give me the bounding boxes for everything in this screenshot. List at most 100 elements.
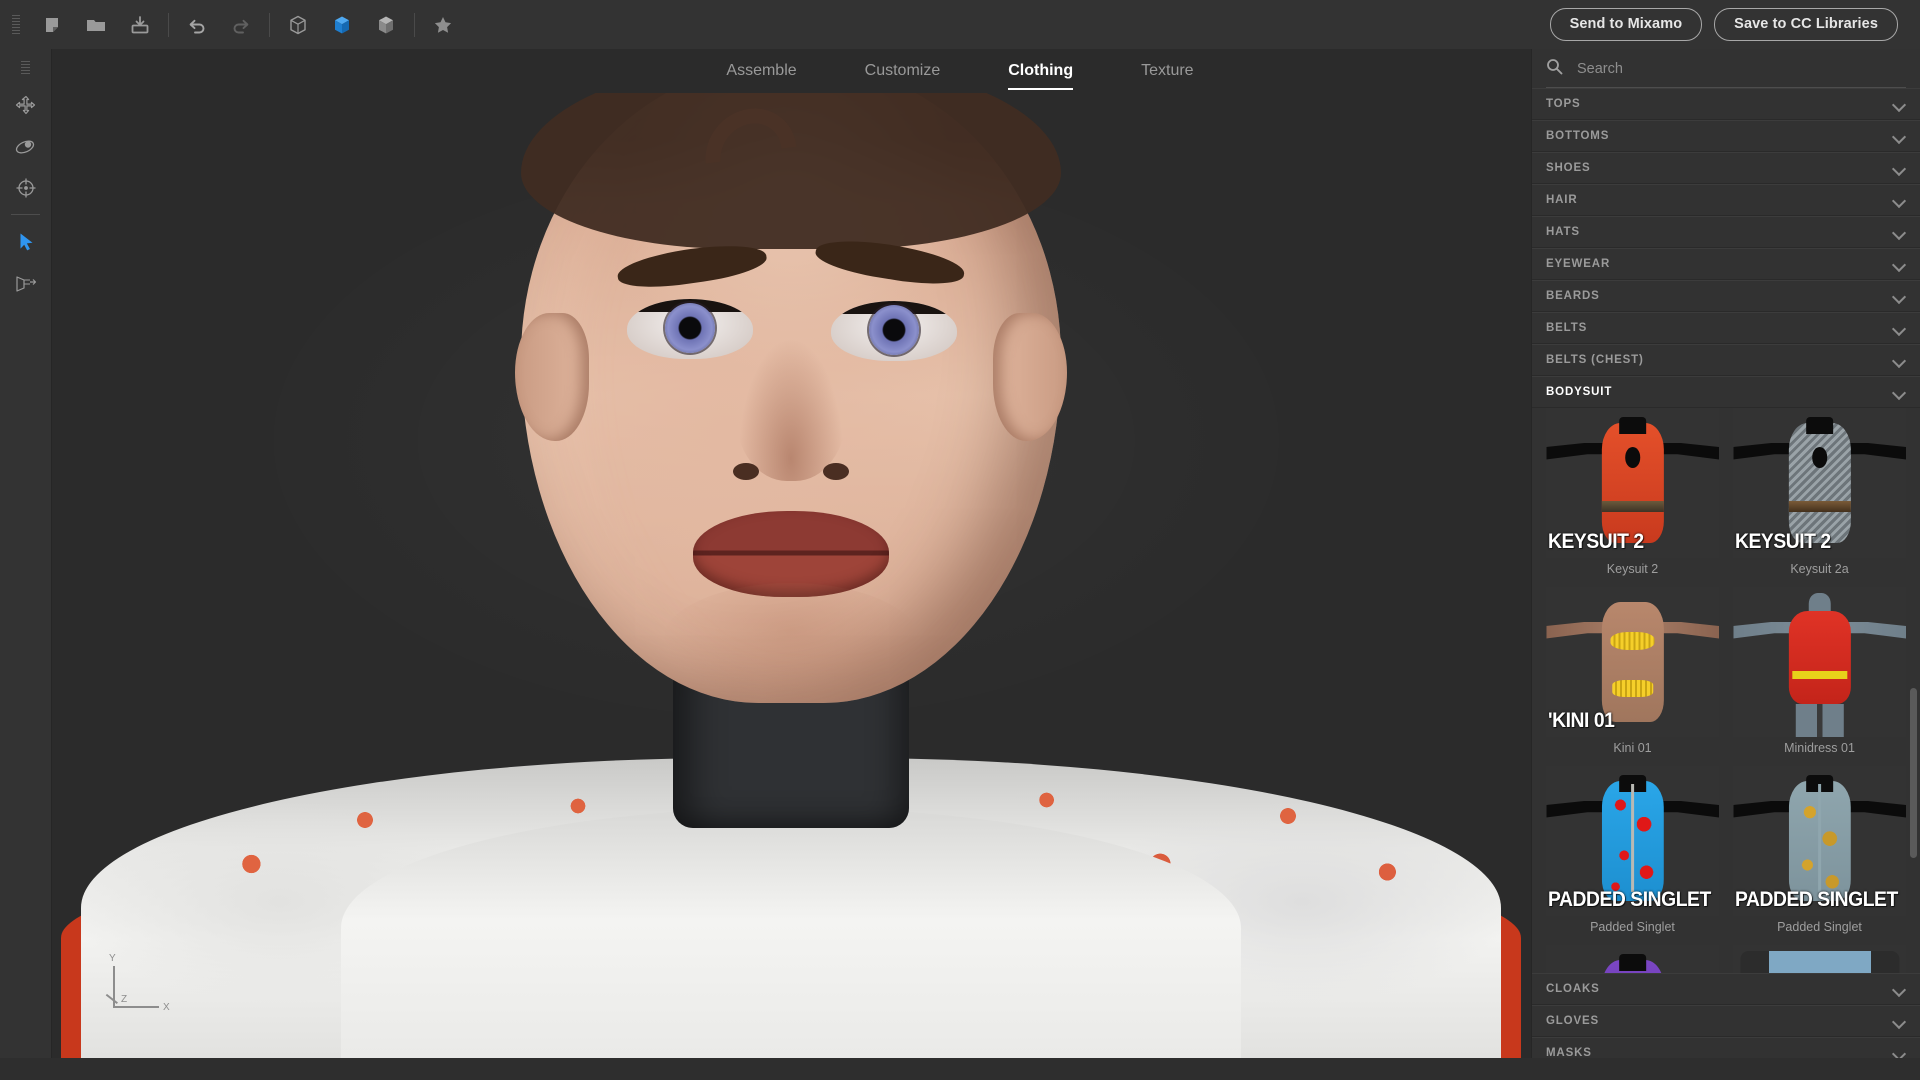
category-beards[interactable]: BEARDS	[1532, 280, 1920, 312]
redo-icon[interactable]	[219, 3, 263, 47]
3d-viewport[interactable]: Y X Z	[51, 93, 1531, 1058]
model-nostril-right	[823, 463, 849, 480]
save-to-cc-libraries-button[interactable]: Save to CC Libraries	[1714, 8, 1898, 41]
asset-overlay-title: KEYSUIT 2	[1548, 530, 1644, 553]
category-cloaks[interactable]: CLOAKS	[1532, 973, 1920, 1005]
cube-wireframe-icon[interactable]	[276, 3, 320, 47]
select-cursor-tool[interactable]	[0, 221, 51, 262]
cube-shaded-icon[interactable]	[364, 3, 408, 47]
chevron-down-icon	[1893, 322, 1906, 335]
asset-caption: Keysuit 2	[1606, 562, 1659, 576]
asset-thumbnail: PADDED SINGLET	[1546, 766, 1719, 916]
category-masks[interactable]: MASKS	[1532, 1037, 1920, 1058]
asset-item[interactable]: Minidress 01	[1733, 587, 1906, 766]
star-favorite-icon[interactable]	[421, 3, 465, 47]
focus-target-tool[interactable]	[0, 167, 51, 208]
asset-overlay-title: KEYSUIT 2	[1735, 530, 1831, 553]
category-bodysuit[interactable]: BODYSUIT	[1532, 376, 1920, 408]
category-label: TOPS	[1546, 98, 1581, 110]
panel-scrollbar-track[interactable]	[1909, 88, 1917, 1058]
asset-caption: Minidress 01	[1784, 741, 1855, 755]
category-label: CLOAKS	[1546, 983, 1600, 995]
chevron-down-icon	[1893, 162, 1906, 175]
toolbar-drag-grip[interactable]	[12, 14, 20, 35]
category-hats[interactable]: HATS	[1532, 216, 1920, 248]
tab-clothing[interactable]: Clothing	[974, 49, 1107, 93]
asset-overlay-title: PADDED SINGLET	[1548, 888, 1711, 911]
category-label: SHOES	[1546, 162, 1591, 174]
category-gloves[interactable]: GLOVES	[1532, 1005, 1920, 1037]
axis-gizmo: Y X Z	[95, 953, 170, 1020]
rail-drag-grip[interactable]	[21, 61, 30, 75]
asset-thumbnail	[1733, 587, 1906, 737]
new-document-icon[interactable]	[30, 3, 74, 47]
save-download-icon[interactable]	[118, 3, 162, 47]
asset-item[interactable]	[1546, 945, 1719, 973]
open-folder-icon[interactable]	[74, 3, 118, 47]
asset-grid: KEYSUIT 2 Keysuit 2 KEYSUIT 2 Keysuit 2a	[1532, 408, 1920, 973]
asset-caption: Padded Singlet	[1590, 920, 1675, 934]
chevron-down-icon	[1893, 290, 1906, 303]
tab-assemble[interactable]: Assemble	[692, 49, 830, 93]
asset-caption: Padded Singlet	[1777, 920, 1862, 934]
category-label: BODYSUIT	[1546, 386, 1613, 398]
category-label: EYEWEAR	[1546, 258, 1611, 270]
category-eyewear[interactable]: EYEWEAR	[1532, 248, 1920, 280]
model-ear-left	[515, 313, 589, 441]
asset-thumbnail: KEYSUIT 2	[1546, 408, 1719, 558]
tab-texture[interactable]: Texture	[1107, 49, 1227, 93]
thumb-zipper	[1630, 784, 1635, 892]
category-belts-chest[interactable]: BELTS (CHEST)	[1532, 344, 1920, 376]
rail-divider	[11, 214, 40, 215]
thumb-body	[1788, 423, 1851, 543]
search-row	[1532, 49, 1920, 88]
category-label: BOTTOMS	[1546, 130, 1610, 142]
thumb-keyhole	[1811, 447, 1828, 468]
toolbar-divider	[168, 12, 169, 37]
thumb-belt	[1601, 501, 1664, 512]
top-toolbar: Send to Mixamo Save to CC Libraries	[0, 0, 1920, 49]
model-eye-left	[627, 299, 753, 359]
thumb-body	[1739, 951, 1900, 973]
undo-icon[interactable]	[175, 3, 219, 47]
category-shoes[interactable]: SHOES	[1532, 152, 1920, 184]
asset-thumbnail	[1733, 945, 1906, 973]
pan-move-tool[interactable]	[0, 85, 51, 126]
asset-item[interactable]: KEYSUIT 2 Keysuit 2a	[1733, 408, 1906, 587]
left-tool-rail	[0, 49, 51, 1080]
cube-solid-icon[interactable]	[320, 3, 364, 47]
panel-scroll-area[interactable]: TOPS BOTTOMS SHOES HAIR HATS EYEWEAR BEA…	[1532, 88, 1920, 1058]
character-model	[51, 93, 1531, 1058]
chevron-down-icon	[1893, 386, 1906, 399]
thumb-zipper	[1817, 784, 1822, 892]
chevron-down-icon	[1893, 983, 1906, 996]
extrude-tool[interactable]	[0, 262, 51, 303]
panel-scrollbar-thumb[interactable]	[1910, 688, 1917, 858]
chevron-down-icon	[1893, 194, 1906, 207]
category-label: HATS	[1546, 226, 1580, 238]
asset-item[interactable]: 'KINI 01 Kini 01	[1546, 587, 1719, 766]
category-belts[interactable]: BELTS	[1532, 312, 1920, 344]
send-to-mixamo-button[interactable]: Send to Mixamo	[1549, 8, 1703, 41]
thumb-body	[1601, 423, 1664, 543]
category-label: BELTS	[1546, 322, 1588, 334]
category-hair[interactable]: HAIR	[1532, 184, 1920, 216]
axis-label-y: Y	[109, 953, 116, 964]
asset-item[interactable]: PADDED SINGLET Padded Singlet	[1546, 766, 1719, 945]
asset-thumbnail: KEYSUIT 2	[1733, 408, 1906, 558]
asset-item[interactable]	[1733, 945, 1906, 973]
chevron-down-icon	[1893, 258, 1906, 271]
asset-item[interactable]: KEYSUIT 2 Keysuit 2	[1546, 408, 1719, 587]
category-label: MASKS	[1546, 1047, 1592, 1058]
asset-item[interactable]: PADDED SINGLET Padded Singlet	[1733, 766, 1906, 945]
search-input[interactable]	[1577, 60, 1906, 77]
orbit-tool[interactable]	[0, 126, 51, 167]
category-bottoms[interactable]: BOTTOMS	[1532, 120, 1920, 152]
viewport-left-divider	[51, 49, 52, 1058]
thumb-body	[1788, 611, 1851, 704]
model-iris-right	[869, 304, 919, 355]
chevron-down-icon	[1893, 1015, 1906, 1028]
tab-customize[interactable]: Customize	[831, 49, 975, 93]
category-tops[interactable]: TOPS	[1532, 88, 1920, 120]
thumb-body	[1601, 602, 1664, 722]
